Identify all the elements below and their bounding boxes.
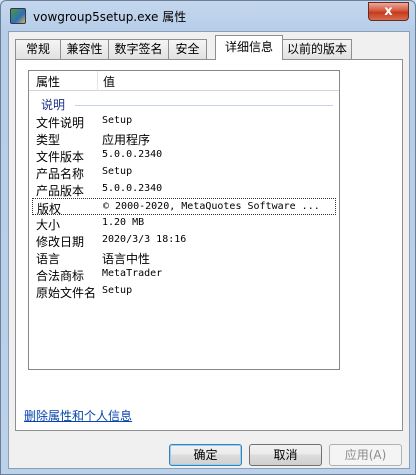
property-name: 原始文件名	[36, 286, 97, 300]
property-value: 2020/3/3 18:16	[102, 234, 187, 245]
property-value: © 2000-2020, MetaQuotes Software ...	[103, 201, 320, 212]
list-item[interactable]: 语言 语言中性	[32, 249, 336, 266]
tab-previous-versions[interactable]: 以前的版本	[282, 39, 352, 59]
list-item[interactable]: 合法商标 MetaTrader	[32, 266, 336, 283]
details-listview[interactable]: 属性 值 说明 文件说明 Setup 类型 应用程序 文件版本 5.0.0.23…	[28, 70, 340, 370]
list-item-focused[interactable]: 版权 © 2000-2020, MetaQuotes Software ...	[32, 198, 336, 216]
apply-button: 应用(A)	[329, 444, 402, 466]
close-button[interactable]: x	[368, 2, 409, 21]
tab-compatibility[interactable]: 兼容性	[60, 39, 109, 59]
tab-details[interactable]: 详细信息	[215, 35, 283, 60]
property-value: 5.0.0.2340	[102, 149, 163, 160]
list-item[interactable]: 修改日期 2020/3/3 18:16	[32, 232, 336, 249]
tab-security[interactable]: 安全	[168, 39, 207, 59]
property-value: MetaTrader	[102, 268, 163, 279]
group-header-description: 说明	[41, 98, 66, 112]
title-bar[interactable]: vowgroup5setup.exe 属性 x	[1, 1, 415, 31]
dialog-client: 常规 兼容性 数字签名 安全 详细信息 以前的版本 属性 值 说明 文件说明 S…	[8, 31, 410, 469]
property-name: 语言	[36, 252, 61, 266]
list-item[interactable]: 原始文件名 Setup	[32, 283, 336, 300]
list-item[interactable]: 类型 应用程序	[32, 130, 336, 147]
property-value: 语言中性	[102, 252, 151, 266]
window-title: vowgroup5setup.exe 属性	[33, 10, 187, 24]
details-panel: 属性 值 说明 文件说明 Setup 类型 应用程序 文件版本 5.0.0.23…	[15, 59, 403, 431]
list-item[interactable]: 产品名称 Setup	[32, 164, 336, 181]
property-name: 产品名称	[36, 167, 85, 181]
cancel-button[interactable]: 取消	[249, 444, 322, 466]
close-icon: x	[384, 4, 393, 19]
tab-general[interactable]: 常规	[15, 39, 61, 59]
property-value: Setup	[102, 285, 133, 296]
property-value: 应用程序	[102, 133, 151, 147]
list-item[interactable]: 产品版本 5.0.0.2340	[32, 181, 336, 198]
list-item[interactable]: 大小 1.20 MB	[32, 215, 336, 232]
list-item[interactable]: 文件版本 5.0.0.2340	[32, 147, 336, 164]
list-item[interactable]: 文件说明 Setup	[32, 113, 336, 130]
property-value: 5.0.0.2340	[102, 183, 163, 194]
listview-header: 属性 值	[29, 71, 339, 91]
property-name: 文件说明	[36, 116, 85, 130]
property-name: 类型	[36, 133, 61, 147]
property-name: 产品版本	[36, 184, 85, 198]
column-divider[interactable]	[97, 71, 98, 91]
group-divider	[75, 105, 333, 106]
ok-button[interactable]: 确定	[169, 444, 242, 466]
property-name: 文件版本	[36, 150, 85, 164]
property-name: 合法商标	[36, 269, 85, 283]
remove-properties-link[interactable]: 删除属性和个人信息	[24, 407, 132, 424]
column-header-value[interactable]: 值	[103, 73, 115, 90]
column-header-property[interactable]: 属性	[36, 73, 60, 90]
tab-digital-signatures[interactable]: 数字签名	[108, 39, 169, 59]
property-value: Setup	[102, 115, 133, 126]
property-name: 大小	[36, 218, 61, 232]
property-value: Setup	[102, 166, 133, 177]
property-name: 修改日期	[36, 235, 85, 249]
app-icon	[10, 8, 26, 24]
property-value: 1.20 MB	[102, 217, 145, 228]
properties-window: vowgroup5setup.exe 属性 x 常规 兼容性 数字签名 安全 详…	[0, 0, 416, 475]
